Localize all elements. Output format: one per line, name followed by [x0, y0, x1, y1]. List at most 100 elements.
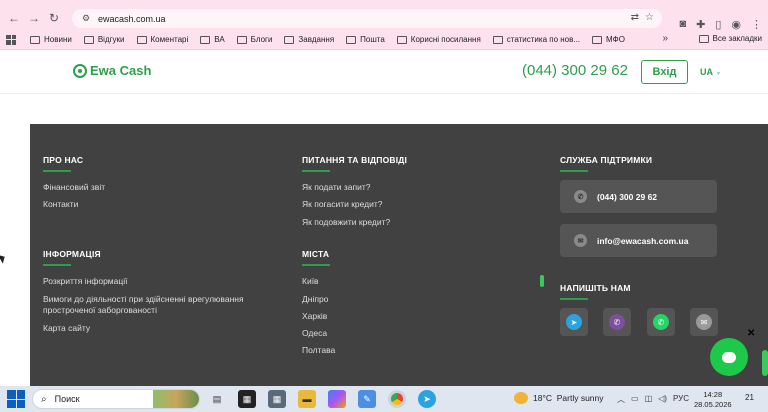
- folder-icon: [396, 35, 407, 44]
- header-phone[interactable]: (044) 300 29 62: [522, 62, 628, 79]
- folder-icon: [83, 35, 94, 44]
- footer-link[interactable]: Розкриття інформації: [43, 276, 128, 287]
- notifications-badge[interactable]: 21: [745, 393, 754, 402]
- scroll-indicator: [540, 275, 544, 287]
- footer-cities-title: МІСТА: [302, 249, 331, 266]
- login-button[interactable]: Вхід: [641, 60, 688, 84]
- telegram-taskbar-icon[interactable]: ➤: [418, 390, 436, 408]
- email-button[interactable]: ✉: [690, 308, 718, 336]
- chrome-icon[interactable]: [388, 390, 406, 408]
- support-phone-card[interactable]: ✆ (044) 300 29 62: [560, 180, 717, 213]
- content-spacer: [0, 94, 768, 124]
- footer-link[interactable]: Одеса: [302, 328, 327, 339]
- footer-link[interactable]: Полтава: [302, 345, 335, 356]
- footer-support-title: СЛУЖБА ПІДТРИМКИ: [560, 155, 653, 172]
- clock[interactable]: 14:28 28.05.2026: [694, 390, 732, 410]
- apps-icon[interactable]: [6, 34, 16, 45]
- bookmarks-bar: Новини Відгуки Коментарі ВА Блоги Завдан…: [0, 30, 768, 50]
- footer-link[interactable]: Як погасити кредит?: [302, 199, 383, 210]
- footer-link[interactable]: Контакти: [43, 199, 78, 210]
- page-scrollbar[interactable]: [762, 350, 768, 376]
- weather-icon: [514, 392, 528, 404]
- menu-icon[interactable]: ⋮: [751, 18, 762, 31]
- support-email-card[interactable]: ✉ info@ewacash.com.ua: [560, 224, 717, 257]
- network-icon[interactable]: ◫: [645, 394, 653, 405]
- windows-start-icon[interactable]: [7, 390, 25, 408]
- bookmark-item[interactable]: Корисні посилання: [396, 35, 481, 44]
- footer-link[interactable]: Як подати запит?: [302, 182, 370, 193]
- close-icon[interactable]: ✕: [747, 328, 755, 339]
- bookmark-item[interactable]: Коментарі: [136, 35, 188, 44]
- telegram-button[interactable]: ➤: [560, 308, 588, 336]
- search-highlight-image: [153, 390, 199, 408]
- folder-icon: [30, 35, 40, 44]
- taskbar-search[interactable]: ⌕ Поиск: [32, 389, 200, 409]
- camera-icon[interactable]: ◙: [679, 18, 686, 30]
- bookmark-item[interactable]: МФО: [592, 35, 625, 44]
- chat-bubble-icon: [722, 351, 736, 363]
- taskbar: ⌕ Поиск ▤ ▦ ▦ ▬ ✎ ➤ 18°C Partly sunny ︿ …: [0, 386, 768, 412]
- logo[interactable]: Ewa Cash: [73, 63, 151, 78]
- system-tray: ︿ ▭ ◫ ◁) РУС: [617, 394, 689, 405]
- footer-write-title: НАПИШІТЬ НАМ: [560, 283, 631, 300]
- viber-icon: ✆: [609, 314, 625, 330]
- chat-widget-button[interactable]: [710, 338, 748, 376]
- footer-link[interactable]: Карта сайту: [43, 323, 90, 334]
- folder-icon: [698, 34, 709, 43]
- bookmark-item[interactable]: Пошта: [346, 35, 385, 44]
- logo-icon: [73, 63, 87, 78]
- search-icon: ⌕: [41, 393, 47, 405]
- back-icon[interactable]: ←: [4, 8, 24, 28]
- language-indicator[interactable]: РУС: [673, 394, 689, 405]
- footer-info-title: ІНФОРМАЦІЯ: [43, 249, 101, 266]
- bookmark-item[interactable]: Завдання: [284, 35, 334, 44]
- extensions-icon[interactable]: ✚: [696, 18, 705, 31]
- footer-link[interactable]: Київ: [302, 276, 319, 287]
- monitor-icon[interactable]: ▭: [631, 394, 639, 405]
- notes-icon[interactable]: ✎: [358, 390, 376, 408]
- all-bookmarks[interactable]: Все закладки: [698, 34, 762, 43]
- weather-widget[interactable]: 18°C Partly sunny: [514, 392, 604, 404]
- volume-icon[interactable]: ◁): [658, 394, 667, 405]
- bookmark-star-icon[interactable]: ☆: [645, 12, 654, 23]
- folder-icon: [284, 35, 295, 44]
- sidebar-icon[interactable]: ▯: [715, 18, 721, 31]
- copilot-icon[interactable]: [328, 390, 346, 408]
- folder-icon: [236, 35, 247, 44]
- reload-icon[interactable]: ↻: [44, 8, 64, 28]
- footer-link[interactable]: Вимоги до діяльності при здійсненні врег…: [43, 294, 283, 316]
- profile-icon[interactable]: ◉: [731, 18, 741, 31]
- language-selector[interactable]: UA ▾: [700, 67, 720, 77]
- bookmark-item[interactable]: Відгуки: [83, 35, 125, 44]
- store-icon[interactable]: ▦: [238, 390, 256, 408]
- chevron-down-icon: ▾: [717, 71, 721, 77]
- folder-icon: [592, 35, 603, 44]
- omnibox[interactable]: ⚙ ewacash.com.ua ⇄ ☆: [72, 9, 662, 28]
- bookmark-item[interactable]: Блоги: [236, 35, 272, 44]
- footer-link[interactable]: Харків: [302, 311, 327, 322]
- folder-icon: [346, 35, 357, 44]
- footer-link[interactable]: Фінансовий звіт: [43, 182, 105, 193]
- footer-about-title: ПРО НАС: [43, 155, 84, 172]
- url-text[interactable]: ewacash.com.ua: [98, 14, 166, 24]
- chevron-up-icon[interactable]: ︿: [617, 394, 625, 405]
- site-info-icon[interactable]: ⚙: [80, 13, 92, 25]
- translate-icon[interactable]: ⇄: [631, 12, 639, 23]
- whatsapp-button[interactable]: ✆: [647, 308, 675, 336]
- bookmark-item[interactable]: Новини: [30, 35, 72, 44]
- whatsapp-icon: ✆: [653, 314, 669, 330]
- forward-icon[interactable]: →: [24, 8, 44, 28]
- telegram-icon: ➤: [566, 314, 582, 330]
- bookmark-item[interactable]: ВА: [200, 35, 225, 44]
- footer: ПРО НАС Фінансовий звіт Контакти ПИТАННЯ…: [30, 124, 768, 386]
- footer-link[interactable]: Дніпро: [302, 294, 328, 305]
- folder-icon: [200, 35, 211, 44]
- more-bookmarks-icon[interactable]: »: [662, 33, 668, 44]
- calculator-icon[interactable]: ▦: [268, 390, 286, 408]
- address-bar-row: ← → ↻ ⚙ ewacash.com.ua ⇄ ☆ ◙ ✚ ▯ ◉ ⋮: [0, 6, 768, 31]
- footer-link[interactable]: Як подовжити кредит?: [302, 217, 390, 228]
- viber-button[interactable]: ✆: [603, 308, 631, 336]
- task-view-icon[interactable]: ▤: [208, 390, 226, 408]
- bookmark-item[interactable]: статистика по нов...: [492, 35, 580, 44]
- file-explorer-icon[interactable]: ▬: [298, 390, 316, 408]
